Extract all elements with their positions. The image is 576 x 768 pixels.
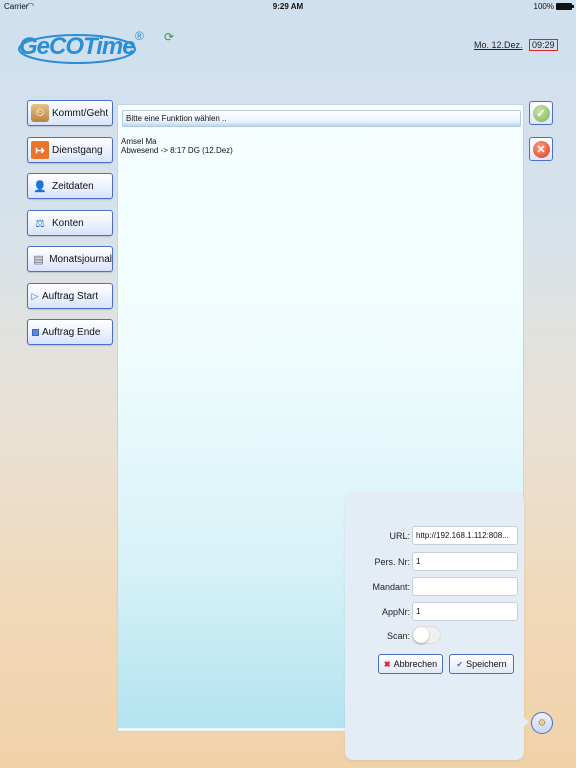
- url-label: URL:: [389, 531, 410, 541]
- scale-icon: ⚖: [35, 217, 45, 230]
- user-name: Amsel Ma: [121, 137, 157, 146]
- sidebar-item-konten[interactable]: ⚖ Konten: [27, 210, 113, 236]
- persnr-label: Pers. Nr:: [374, 557, 410, 567]
- play-icon: ▷: [31, 290, 39, 301]
- speichern-button[interactable]: ✔ Speichern: [449, 654, 514, 674]
- sidebar-item-label: Auftrag Start: [42, 290, 99, 302]
- sidebar-item-label: Kommt/Geht: [52, 107, 109, 119]
- sync-icon[interactable]: ⟳: [164, 31, 176, 43]
- scan-toggle-knob: [413, 627, 429, 643]
- checkmark-icon: ✔: [456, 659, 464, 669]
- stop-icon: [31, 323, 39, 341]
- person-info-icon: 👤: [33, 180, 47, 193]
- app-logo: GeCOTime ®: [17, 29, 147, 65]
- sidebar-item-label: Konten: [52, 217, 84, 229]
- battery-icon: [556, 3, 574, 10]
- logo-registered-mark: ®: [135, 29, 144, 43]
- sidebar-item-label: Dienstgang: [52, 144, 103, 156]
- gear-icon: ⚙: [537, 717, 547, 729]
- sidebar-item-dienstgang[interactable]: ↦ Dienstgang: [27, 137, 113, 163]
- exit-icon: ↦: [31, 141, 49, 159]
- header-time: 09:29: [529, 39, 558, 51]
- sidebar-item-auftrag-ende[interactable]: Auftrag Ende: [27, 319, 113, 345]
- battery-percent: 100%: [533, 2, 554, 11]
- settings-button[interactable]: ⚙: [531, 712, 553, 734]
- appnr-field[interactable]: 1: [412, 602, 518, 621]
- checkmark-icon: ✓: [532, 104, 550, 122]
- close-icon: ✕: [532, 140, 550, 158]
- person-clock-icon: ⏲: [31, 104, 49, 122]
- function-prompt-bar: Bitte eine Funktion wählen ..: [122, 110, 521, 127]
- confirm-button[interactable]: ✓: [529, 101, 553, 125]
- abbrechen-button[interactable]: ✖ Abbrechen: [378, 654, 443, 674]
- mandant-field[interactable]: [412, 577, 518, 596]
- sidebar-item-label: Zeitdaten: [52, 180, 94, 192]
- sidebar-item-kommt-geht[interactable]: ⏲ Kommt/Geht: [27, 100, 113, 126]
- printer-icon: ▤: [33, 253, 44, 266]
- close-icon: ✖: [383, 659, 391, 669]
- cancel-button[interactable]: ✕: [529, 137, 553, 161]
- mandant-label: Mandant:: [372, 582, 410, 592]
- sidebar-item-auftrag-start[interactable]: ▷ Auftrag Start: [27, 283, 113, 309]
- status-bar: Carrier ◠ 9:29 AM 100%: [0, 0, 576, 14]
- url-field[interactable]: http://192.168.1.112:808...: [412, 526, 518, 545]
- speichern-label: Speichern: [466, 659, 507, 669]
- sidebar-item-monatsjournal[interactable]: ▤ Monatsjournal: [27, 246, 113, 272]
- logo-text: GeCOTime: [19, 33, 136, 60]
- abbrechen-label: Abbrechen: [393, 659, 438, 669]
- scan-toggle[interactable]: [412, 626, 441, 644]
- scan-label: Scan:: [386, 631, 410, 641]
- sidebar-item-label: Monatsjournal: [49, 253, 112, 265]
- popover-arrow: [520, 714, 529, 730]
- appnr-label: AppNr:: [381, 607, 410, 617]
- header-date: Mo. 12.Dez.: [474, 40, 523, 50]
- sidebar-item-label: Auftrag Ende: [42, 326, 101, 338]
- status-time: 9:29 AM: [272, 2, 304, 11]
- sidebar-item-zeitdaten[interactable]: 👤 Zeitdaten: [27, 173, 113, 199]
- user-status: Abwesend -> 8:17 DG (12.Dez): [121, 146, 233, 155]
- persnr-field[interactable]: 1: [412, 552, 518, 571]
